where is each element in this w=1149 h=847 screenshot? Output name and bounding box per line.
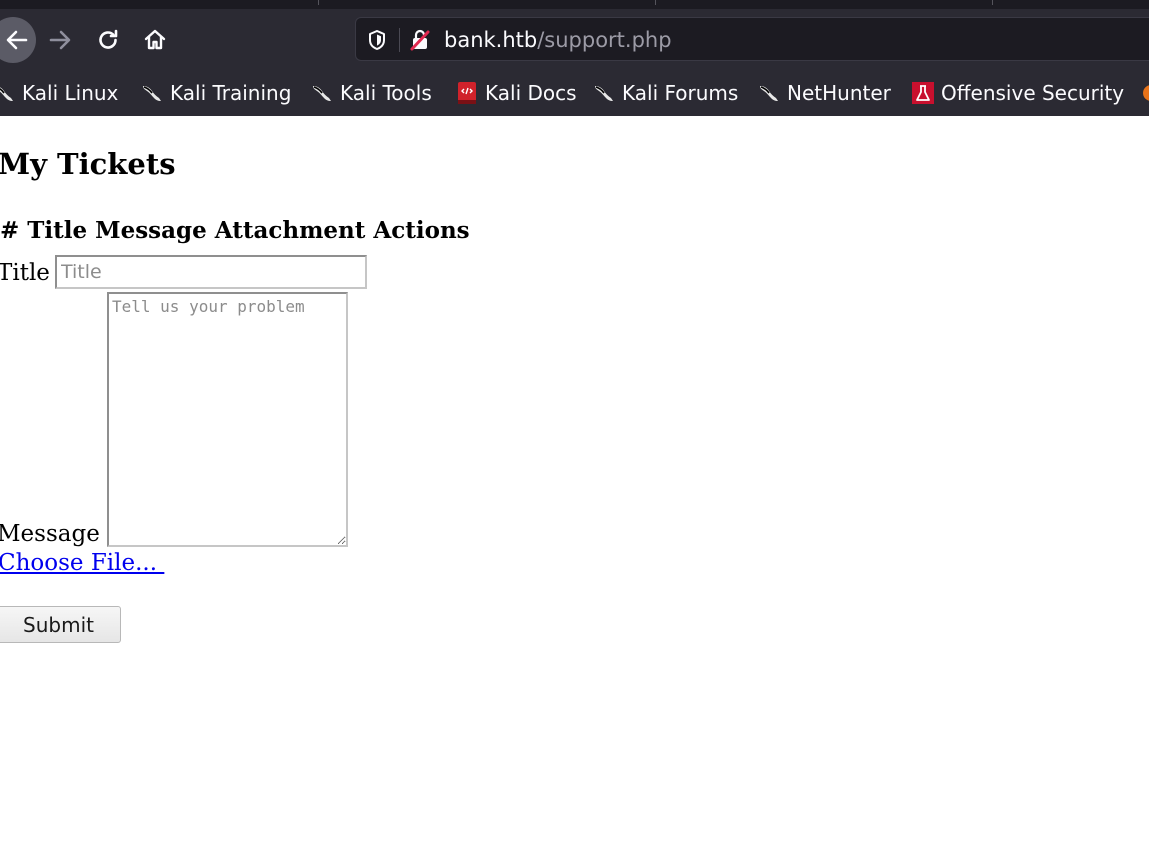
kali-dragon-icon (143, 86, 161, 101)
choose-file-link[interactable]: Choose File... (0, 548, 164, 578)
bookmark-folder-icon (1143, 85, 1149, 101)
bookmark-label: Kali Docs (485, 81, 577, 105)
arrow-right-icon (49, 30, 71, 50)
title-input[interactable] (55, 255, 367, 289)
bookmark-kali-docs[interactable]: Kali Docs (455, 75, 577, 111)
page-title: My Tickets (0, 147, 176, 181)
title-label: Title (0, 260, 50, 286)
kali-dragon-icon (595, 86, 613, 101)
bookmark-label: NetHunter (787, 81, 891, 105)
url-host: bank.htb (444, 28, 538, 52)
message-textarea[interactable] (107, 292, 348, 547)
bookmark-label: Kali Forums (622, 81, 739, 105)
message-label: Message (0, 521, 100, 547)
url-text: bank.htb/support.php (444, 27, 672, 53)
bookmark-nethunter[interactable]: NetHunter (757, 75, 891, 111)
kali-dragon-icon (313, 86, 331, 101)
back-button[interactable] (0, 17, 36, 63)
bookmark-label: Kali Linux (22, 81, 119, 105)
bookmark-label: Kali Tools (340, 81, 432, 105)
kali-dragon-icon (0, 87, 13, 101)
bookmark-kali-forums[interactable]: Kali Forums (592, 75, 738, 111)
kali-dragon-icon (760, 86, 778, 101)
tab-strip (0, 0, 1149, 9)
tracking-shield-icon[interactable] (366, 29, 388, 51)
url-path: /support.php (537, 28, 672, 52)
bookmark-kali-linux[interactable]: Kali Linux (0, 75, 118, 111)
browser-toolbar: bank.htb/support.php Kali Linux Kali Tra… (0, 0, 1149, 116)
bookmark-kali-training[interactable]: Kali Training (140, 75, 291, 111)
offsec-icon (912, 82, 934, 104)
home-icon (144, 29, 166, 50)
bookmark-label: Kali Training (170, 81, 292, 105)
reload-button[interactable] (90, 22, 126, 58)
bookmark-kali-tools[interactable]: Kali Tools (310, 75, 432, 111)
bookmark-offensive-security[interactable]: Offensive Security (911, 75, 1124, 111)
tab-separator (655, 0, 656, 5)
submit-button[interactable]: Submit (0, 606, 121, 643)
bookmarks-bar: Kali Linux Kali Training Kali Tools Kali… (0, 75, 1149, 111)
url-divider (399, 28, 400, 52)
reload-icon (99, 29, 118, 49)
arrow-left-icon (6, 30, 28, 50)
insecure-lock-icon[interactable] (408, 28, 432, 52)
forward-button[interactable] (42, 22, 78, 58)
bookmark-label: Offensive Security (941, 81, 1125, 105)
home-button[interactable] (137, 22, 173, 58)
tab-separator (318, 0, 319, 5)
bookmark-overflow[interactable] (1139, 75, 1149, 111)
tickets-table-header: # Title Message Attachment Actions (0, 217, 470, 244)
tab-separator (992, 0, 993, 5)
address-bar[interactable]: bank.htb/support.php (355, 17, 1149, 61)
kali-docs-icon (458, 82, 476, 104)
